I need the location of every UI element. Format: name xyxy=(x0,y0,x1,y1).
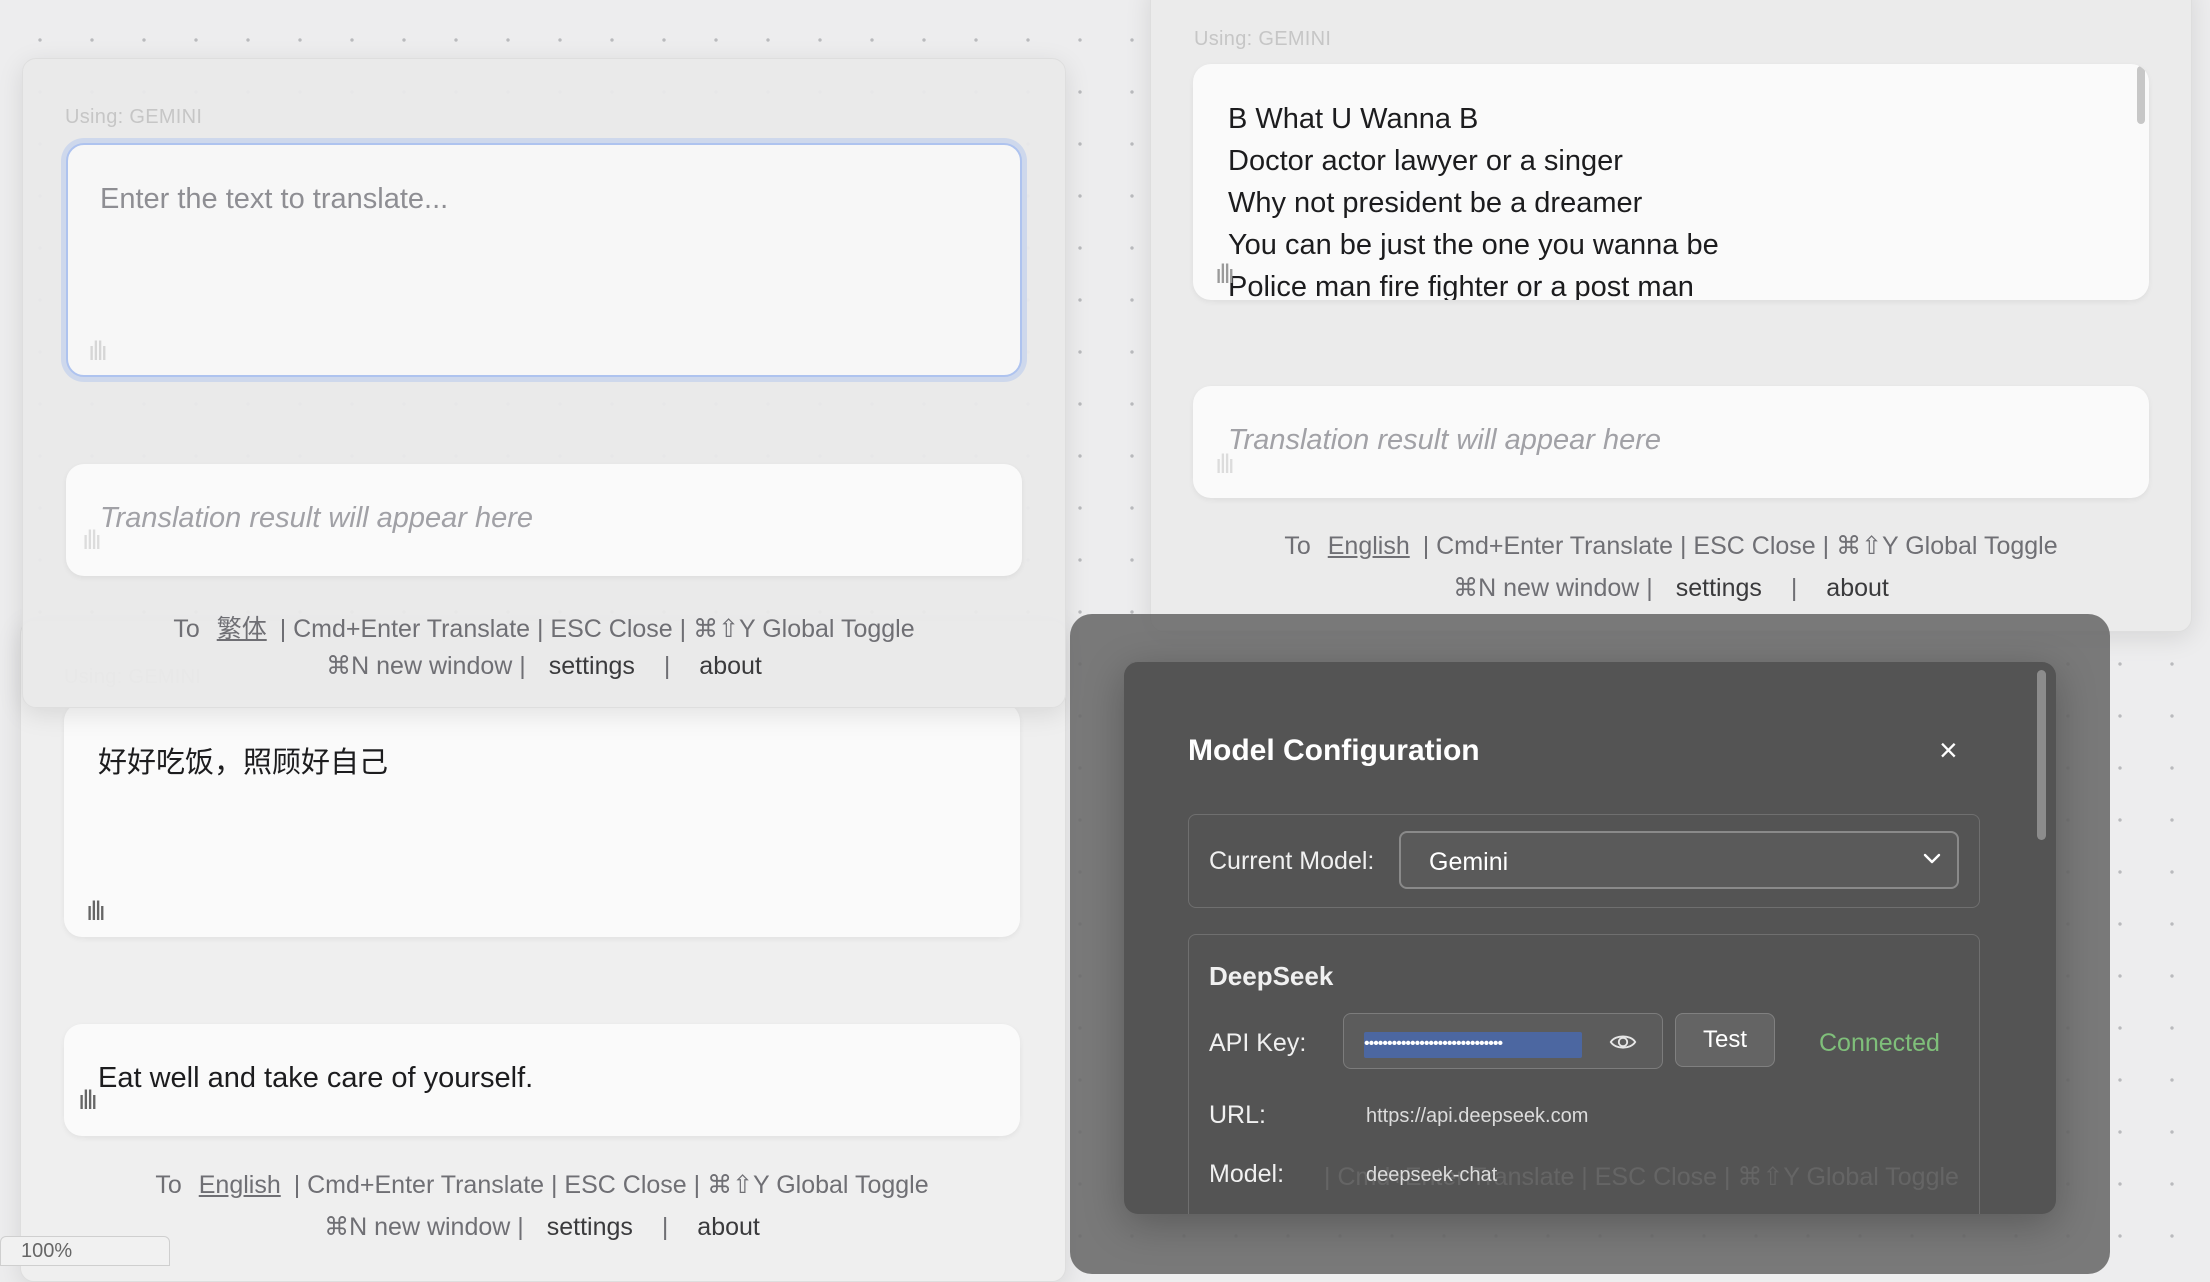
footer-shortcuts: To English | Cmd+Enter Translate | ESC C… xyxy=(64,1170,1020,1200)
model-label: Model: xyxy=(1209,1160,1285,1188)
model-select[interactable]: Gemini xyxy=(1399,831,1959,889)
target-language-link[interactable]: English xyxy=(1328,532,1410,560)
voice-output-icon[interactable]: ıllı xyxy=(82,526,102,556)
dialog-title: Model Configuration xyxy=(1188,734,1480,767)
translation-result-area: Translation result will appear here ıllı xyxy=(66,464,1022,576)
to-label: To xyxy=(173,615,200,643)
result-placeholder: Translation result will appear here xyxy=(100,502,534,534)
eye-icon[interactable] xyxy=(1608,1027,1638,1057)
about-link[interactable]: about xyxy=(699,652,762,680)
voice-input-icon[interactable]: ıllı xyxy=(1215,260,1235,290)
model-value[interactable]: deepseek-chat xyxy=(1366,1164,1497,1187)
new-window-hint: ⌘N new window | xyxy=(326,652,526,680)
connection-status: Connected xyxy=(1819,1029,1940,1057)
settings-link[interactable]: settings xyxy=(547,1213,633,1241)
footer-links: ⌘N new window | settings | about xyxy=(1193,573,2149,603)
provider-name: DeepSeek xyxy=(1209,961,1334,991)
model-select-value: Gemini xyxy=(1429,848,1509,876)
scrollbar[interactable] xyxy=(2137,66,2145,124)
footer-separator: | xyxy=(661,1213,669,1241)
to-label: To xyxy=(155,1171,182,1199)
lyrics-line: B What U Wanna B xyxy=(1228,103,1479,135)
to-label: To xyxy=(1284,532,1311,560)
translation-result: Eat well and take care of yourself. xyxy=(98,1062,534,1094)
translation-result-area: Eat well and take care of yourself. ıllı xyxy=(64,1024,1020,1136)
url-label: URL: xyxy=(1209,1101,1266,1129)
settings-link[interactable]: settings xyxy=(549,652,635,680)
deepseek-section: DeepSeek API Key: ••••••••••••••••••••••… xyxy=(1188,934,1980,1214)
footer-separator: | xyxy=(663,652,671,680)
model-config-dialog: | Cmd+Enter Translate | ESC Close | ⌘⇧Y … xyxy=(1124,662,2056,1214)
using-model-label: Using: GEMINI xyxy=(65,106,203,128)
shortcut-hints: | Cmd+Enter Translate | ESC Close | ⌘⇧Y … xyxy=(293,1171,929,1199)
lyrics-line: Police man fire fighter or a post man xyxy=(1228,271,1694,300)
input-placeholder: Enter the text to translate... xyxy=(100,183,449,215)
footer-links: ⌘N new window | settings | about xyxy=(64,1212,1020,1242)
footer-shortcuts: To 繁体 | Cmd+Enter Translate | ESC Close … xyxy=(66,609,1022,645)
current-model-label: Current Model: xyxy=(1209,847,1375,875)
new-window-hint: ⌘N new window | xyxy=(324,1213,524,1241)
about-link[interactable]: about xyxy=(1826,574,1889,602)
test-button[interactable]: Test xyxy=(1675,1013,1775,1067)
zoom-indicator[interactable]: 100% xyxy=(0,1236,170,1266)
source-text-area[interactable]: 好好吃饭，照顾好自己 ıllı xyxy=(64,703,1020,937)
source-text-input[interactable]: Enter the text to translate... ıllı xyxy=(66,143,1022,377)
voice-output-icon[interactable]: ıllı xyxy=(1215,450,1235,480)
footer-shortcuts: To English | Cmd+Enter Translate | ESC C… xyxy=(1193,531,2149,561)
target-language-link[interactable]: 繁体 xyxy=(217,615,267,643)
lyrics-text: B What U Wanna B Doctor actor lawyer or … xyxy=(1228,98,1719,300)
target-language-link[interactable]: English xyxy=(199,1171,281,1199)
translation-result-area: Translation result will appear here ıllı xyxy=(1193,386,2149,498)
footer-links: ⌘N new window | settings | about xyxy=(66,651,1022,681)
new-window-hint: ⌘N new window | xyxy=(1453,574,1653,602)
lyrics-line: Why not president be a dreamer xyxy=(1228,187,1643,219)
current-model-section: Current Model: Gemini xyxy=(1188,814,1980,908)
dialog-scrollbar[interactable] xyxy=(2037,670,2046,840)
api-key-input[interactable]: •••••••••••••••••••••••••••••• xyxy=(1343,1013,1663,1069)
settings-link[interactable]: settings xyxy=(1676,574,1762,602)
api-key-label: API Key: xyxy=(1209,1029,1307,1057)
shortcut-hints: | Cmd+Enter Translate | ESC Close | ⌘⇧Y … xyxy=(1422,532,2058,560)
using-model-label: Using: GEMINI xyxy=(1194,28,1332,50)
url-value[interactable]: https://api.deepseek.com xyxy=(1366,1105,1588,1128)
source-text-area[interactable]: B What U Wanna B Doctor actor lawyer or … xyxy=(1193,64,2149,300)
lyrics-line: Doctor actor lawyer or a singer xyxy=(1228,145,1623,177)
source-text: 好好吃饭，照顾好自己 xyxy=(98,747,389,779)
lyrics-line: You can be just the one you wanna be xyxy=(1228,229,1719,261)
result-placeholder: Translation result will appear here xyxy=(1228,424,1662,456)
voice-input-icon[interactable]: ıllı xyxy=(86,897,106,927)
shortcut-hints: | Cmd+Enter Translate | ESC Close | ⌘⇧Y … xyxy=(279,615,915,643)
close-icon[interactable]: × xyxy=(1939,732,1958,769)
chevron-down-icon xyxy=(1923,853,1941,864)
voice-input-icon[interactable]: ıllı xyxy=(88,337,108,367)
api-key-value: •••••••••••••••••••••••••••••• xyxy=(1364,1032,1582,1058)
footer-separator: | xyxy=(1790,574,1798,602)
voice-output-icon[interactable]: ıllı xyxy=(78,1086,98,1116)
about-link[interactable]: about xyxy=(697,1213,760,1241)
